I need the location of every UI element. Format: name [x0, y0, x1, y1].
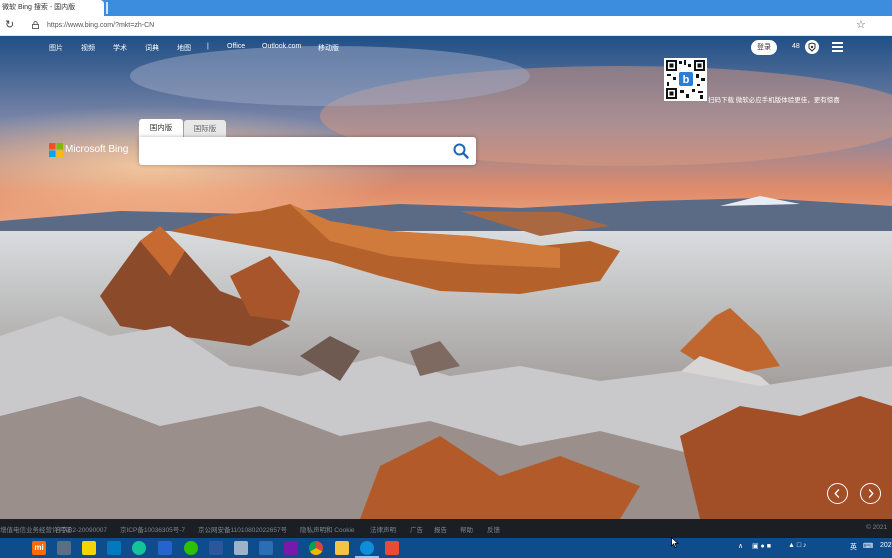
chrome-icon[interactable]	[309, 541, 323, 555]
qr-code-icon: b	[664, 58, 707, 101]
remote-icon[interactable]	[259, 541, 273, 555]
search-input[interactable]	[145, 141, 445, 161]
tray-chevron-icon[interactable]: ∧	[738, 542, 743, 550]
microsoft-logo-icon	[49, 143, 63, 157]
vpn-icon[interactable]	[234, 541, 248, 555]
url-text: https://www.bing.com/?mkt=zh-CN	[47, 22, 155, 29]
svg-text:b: b	[683, 74, 690, 86]
page-footer: 增值电信业务经营许可证 合字B2-20090007 京ICP备10036305号…	[0, 519, 892, 538]
grammarly-icon[interactable]	[132, 541, 146, 555]
footer-item[interactable]: 反馈	[487, 524, 500, 534]
login-button[interactable]: 登录	[751, 40, 777, 55]
footer-item[interactable]: 法律声明	[370, 524, 396, 534]
wechat-icon[interactable]	[184, 541, 198, 555]
browser-menu-area[interactable]	[878, 16, 892, 36]
hamburger-menu-icon[interactable]	[832, 42, 843, 52]
sticky-notes-icon[interactable]	[82, 541, 96, 555]
tab-domestic[interactable]: 国内版	[139, 119, 183, 137]
footer-item[interactable]: 合字B2-20090007	[55, 524, 107, 534]
browser-tab[interactable]: 微软 Bing 搜索 - 国内版	[0, 0, 104, 16]
explorer-icon[interactable]	[335, 541, 349, 555]
mouse-cursor-icon	[671, 537, 679, 548]
browser-titlebar: 微软 Bing 搜索 - 国内版	[0, 0, 892, 16]
favorite-star-icon[interactable]: ☆	[856, 18, 866, 32]
nav-outlook[interactable]: Outlook.com	[262, 43, 301, 50]
address-bar[interactable]: https://www.bing.com/?mkt=zh-CN	[28, 18, 840, 33]
input-method-indicator[interactable]: 英	[850, 542, 857, 552]
browser-toolbar: ↻ https://www.bing.com/?mkt=zh-CN ☆	[0, 16, 892, 36]
todo-icon[interactable]	[158, 541, 172, 555]
calculator-icon[interactable]	[57, 541, 71, 555]
new-tab-button[interactable]	[106, 2, 108, 14]
tab-international[interactable]: 国际版	[184, 120, 226, 137]
nav-separator: |	[207, 43, 209, 50]
windows-taskbar: mi ∧ ▣ ● ■ ▲ □ ♪ 英 ⌨ 202	[0, 538, 892, 558]
nav-maps[interactable]: 地图	[177, 43, 191, 53]
nav-dictionary[interactable]: 词典	[145, 43, 159, 53]
keyboard-icon[interactable]: ⌨	[863, 542, 873, 550]
search-icon[interactable]	[452, 142, 470, 160]
reload-icon[interactable]: ↻	[5, 19, 14, 32]
next-image-icon[interactable]	[860, 483, 881, 504]
footer-item[interactable]: 报告	[434, 524, 447, 534]
footer-item[interactable]: 广告	[410, 524, 423, 534]
onenote-icon[interactable]	[284, 541, 298, 555]
nav-academic[interactable]: 学术	[113, 43, 127, 53]
footer-item[interactable]: 京公网安备11010802022657号	[198, 524, 287, 534]
footer-item[interactable]: 帮助	[460, 524, 473, 534]
recorder-icon[interactable]	[385, 541, 399, 555]
qr-caption: 扫码下载 微软必应手机版体验更佳，更有惊喜	[708, 97, 840, 104]
edge-icon[interactable]	[360, 541, 374, 555]
clock[interactable]: 202	[880, 542, 892, 549]
footer-item[interactable]: 隐私声明和 Cookie	[300, 524, 355, 534]
nav-images[interactable]: 图片	[49, 43, 63, 53]
nav-office[interactable]: Office	[227, 43, 245, 50]
previous-image-icon[interactable]	[827, 483, 848, 504]
tray-icons[interactable]: ▣ ● ■	[752, 542, 771, 550]
rewards-icon[interactable]	[805, 40, 819, 54]
network-icon[interactable]: ▲ □ ♪	[788, 542, 807, 549]
lock-icon	[32, 21, 39, 29]
mi-icon[interactable]: mi	[32, 541, 46, 555]
rewards-points[interactable]: 48	[792, 43, 800, 50]
search-box	[139, 137, 476, 165]
nav-videos[interactable]: 视频	[81, 43, 95, 53]
footer-copyright: © 2021	[866, 524, 888, 531]
word-icon[interactable]	[209, 541, 223, 555]
nav-mobile[interactable]: 移动版	[318, 43, 339, 53]
logo-text: Microsoft Bing	[65, 144, 129, 155]
tab-title: 微软 Bing 搜索 - 国内版	[2, 4, 76, 11]
top-nav: 图片 视频 学术 词典 地图 | Office Outlook.com 移动版 …	[0, 36, 892, 60]
background-image	[0, 36, 892, 519]
footer-item[interactable]: 京ICP备10036305号-7	[120, 524, 185, 534]
trello-icon[interactable]	[107, 541, 121, 555]
bing-homepage: 图片 视频 学术 词典 地图 | Office Outlook.com 移动版 …	[0, 36, 892, 519]
